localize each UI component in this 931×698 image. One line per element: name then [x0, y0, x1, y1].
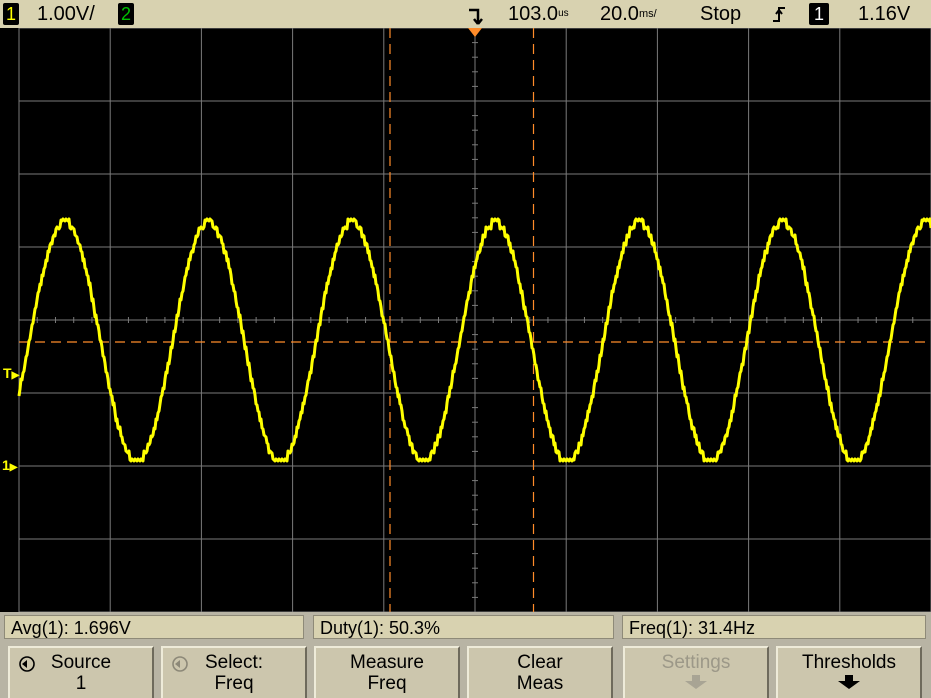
- thresholds-softkey[interactable]: Thresholds: [776, 646, 922, 698]
- trigger-level-arrow-icon: ▶: [11, 370, 20, 381]
- submenu-arrow-icon: [838, 675, 860, 689]
- channel1-scale: 1.00V/: [37, 3, 95, 25]
- select-softkey-value: Freq: [214, 673, 254, 694]
- trigger-source-indicator[interactable]: 1: [809, 3, 829, 25]
- source-softkey[interactable]: Source 1: [8, 646, 154, 698]
- entry-knob-icon: [172, 656, 188, 672]
- source-softkey-value: 1: [75, 673, 87, 694]
- clear-softkey-label: Clear: [517, 652, 563, 673]
- thresholds-softkey-label: Thresholds: [802, 652, 896, 673]
- measure-softkey-value: Freq: [367, 673, 407, 694]
- measurement-bar: Avg(1): 1.696V Duty(1): 50.3% Freq(1): 3…: [0, 612, 931, 642]
- time-delay-unit: us: [558, 8, 569, 19]
- softkey-bar: Source 1 Select: Freq Measure Freq Clear…: [0, 642, 931, 698]
- time-scale: 20.0ms/: [600, 2, 657, 26]
- trigger-position-marker: [468, 28, 482, 37]
- time-delay: 103.0us: [508, 2, 569, 26]
- time-delay-value: 103.0: [508, 3, 559, 25]
- measurement-duty: Duty(1): 50.3%: [313, 615, 614, 639]
- waveform-plot: [17, 28, 931, 612]
- channel2-indicator[interactable]: 2: [118, 3, 134, 25]
- trigger-position-icon: [469, 8, 483, 25]
- settings-softkey-label: Settings: [661, 652, 731, 673]
- submenu-arrow-icon: [685, 675, 707, 689]
- channel1-indicator[interactable]: 1: [3, 3, 19, 25]
- time-scale-value: 20.0: [600, 3, 639, 25]
- trigger-level-marker-label: T: [3, 365, 12, 381]
- measurement-avg: Avg(1): 1.696V: [4, 615, 304, 639]
- channel1-ground-marker: 1▶: [2, 458, 18, 475]
- select-softkey[interactable]: Select: Freq: [161, 646, 307, 698]
- measure-softkey-label: Measure: [350, 652, 424, 673]
- trigger-slope-icon: [773, 7, 785, 22]
- channel1-ground-arrow-icon: ▶: [9, 462, 18, 473]
- entry-knob-icon: [19, 656, 35, 672]
- waveform-display: T▶ 1▶: [0, 28, 931, 612]
- run-state: Stop: [700, 3, 742, 25]
- clear-softkey-value: Meas: [516, 673, 564, 694]
- trigger-level: 1.16V: [858, 3, 911, 25]
- clear-meas-softkey[interactable]: Clear Meas: [467, 646, 613, 698]
- measure-softkey[interactable]: Measure Freq: [314, 646, 460, 698]
- status-bar: 1 1.00V/ 2 103.0us 20.0ms/ Stop 1 1.16V: [0, 0, 931, 28]
- settings-softkey[interactable]: Settings: [623, 646, 769, 698]
- time-scale-unit: ms/: [638, 8, 657, 20]
- channel1-ground-marker-label: 1: [2, 457, 10, 473]
- trigger-level-marker: T▶: [3, 366, 19, 383]
- measurement-freq: Freq(1): 31.4Hz: [622, 615, 926, 639]
